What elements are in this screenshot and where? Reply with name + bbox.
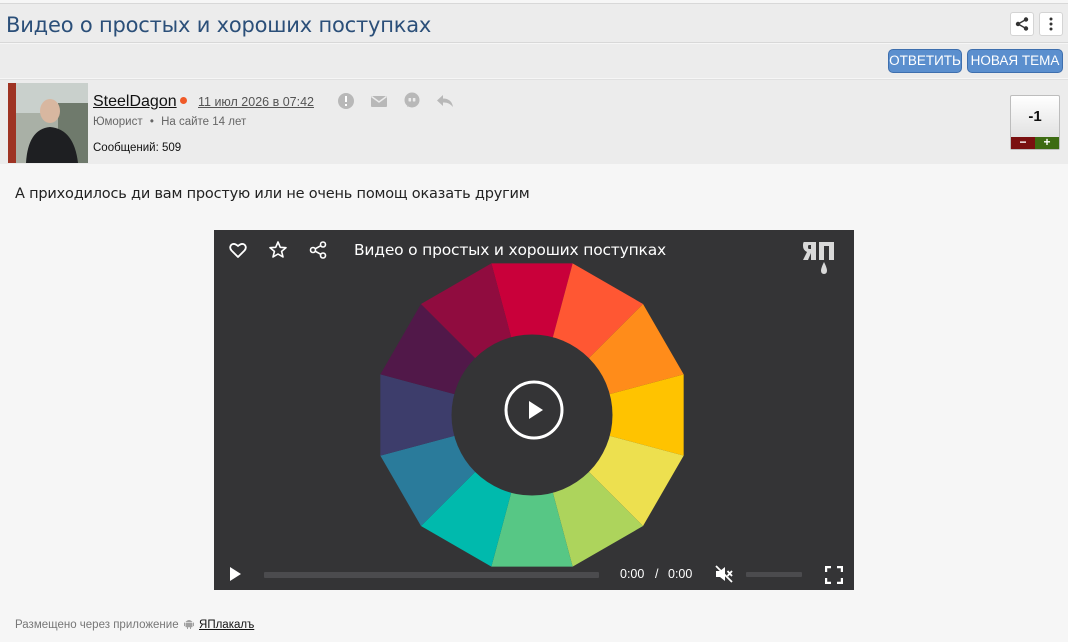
more-options-button[interactable] — [1039, 12, 1063, 36]
heart-icon[interactable] — [228, 240, 248, 260]
topic-header: Видео о простых и хороших поступках — [0, 3, 1068, 43]
control-play-icon[interactable] — [227, 566, 243, 582]
quote-icon[interactable] — [403, 92, 421, 110]
author-link[interactable]: SteelDagon — [93, 93, 177, 111]
time-separator: / — [655, 567, 659, 581]
app-link[interactable]: ЯПлакалъ — [199, 619, 254, 631]
play-icon[interactable] — [504, 380, 564, 440]
time-current: 0:00 — [620, 567, 645, 581]
author-tenure: На сайте 14 лет — [161, 116, 247, 128]
fullscreen-icon[interactable] — [825, 566, 843, 584]
posted-via-note: Размещено через приложение ЯПлакалъ — [15, 618, 254, 631]
rate-up-button[interactable]: + — [1035, 136, 1059, 149]
mute-icon[interactable] — [714, 564, 734, 584]
post-header: SteelDagon 11 июл 2026 в 07:42 Юморист •… — [0, 79, 1068, 164]
new-topic-button[interactable]: НОВАЯ ТЕМА — [967, 49, 1063, 73]
volume-slider[interactable] — [746, 572, 802, 577]
rank-separator: • — [149, 116, 154, 128]
author-rank-line: Юморист • На сайте 14 лет — [93, 116, 246, 128]
posted-via-text: Размещено через приложение — [15, 619, 179, 631]
rating-value: -1 — [1028, 108, 1042, 125]
video-player[interactable]: Видео о простых и хороших поступках 0:00… — [214, 230, 854, 590]
share-button[interactable] — [1010, 12, 1034, 36]
star-icon[interactable] — [268, 240, 288, 260]
post-body: А приходилось ди вам простую или не очен… — [0, 165, 1068, 642]
topic-title: Видео о простых и хороших поступках — [6, 13, 432, 37]
more-vert-icon — [1049, 17, 1053, 31]
post-rating: -1 − + — [1010, 95, 1060, 150]
time-duration: 0:00 — [668, 567, 693, 581]
author-rank: Юморист — [93, 116, 143, 128]
android-icon — [183, 620, 194, 629]
video-share-icon[interactable] — [308, 240, 328, 260]
reply-icon[interactable] — [436, 92, 454, 110]
topic-actions: ОТВЕТИТЬ НОВАЯ ТЕМА — [0, 44, 1068, 78]
yap-logo-icon — [803, 242, 834, 274]
post-date-link[interactable]: 11 июл 2026 в 07:42 — [198, 95, 314, 109]
reply-button[interactable]: ОТВЕТИТЬ — [888, 49, 962, 73]
rate-down-button[interactable]: − — [1011, 136, 1035, 149]
online-indicator — [180, 97, 187, 104]
avatar[interactable] — [8, 83, 88, 163]
report-icon[interactable] — [337, 92, 355, 110]
mail-icon[interactable] — [370, 92, 388, 110]
author-message-count: Сообщений: 509 — [93, 142, 182, 154]
video-progress-bar[interactable] — [264, 572, 599, 578]
share-icon — [1015, 17, 1029, 31]
post-text: А приходилось ди вам простую или не очен… — [15, 186, 530, 202]
